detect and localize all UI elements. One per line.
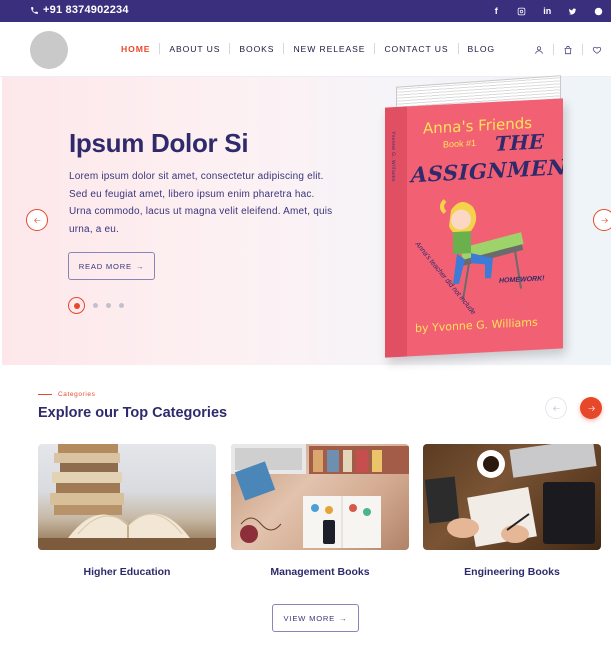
book-spine-text: Yvonne G. Williams (390, 131, 396, 182)
category-card-management-books[interactable] (231, 444, 409, 550)
category-card-higher-education[interactable] (38, 444, 216, 550)
hero-title: Ipsum Dolor Si (69, 128, 249, 158)
kicker-line (38, 394, 52, 395)
hero-next-button[interactable] (593, 209, 611, 231)
icon-divider (553, 44, 554, 55)
instagram-icon[interactable] (509, 0, 535, 22)
categories-kicker-label: Categories (58, 391, 96, 398)
nav-about-us[interactable]: ABOUT US (160, 44, 229, 54)
read-more-label: READ MORE (78, 261, 132, 271)
view-more-label: VIEW MORE (283, 613, 336, 623)
main-header: HOME ABOUT US BOOKS NEW RELEASE CONTACT … (0, 22, 611, 77)
nav-home[interactable]: HOME (112, 44, 159, 54)
category-card-engineering-books[interactable] (423, 444, 601, 550)
header-icons (525, 43, 611, 56)
hero-slider: Ipsum Dolor Si Lorem ipsum dolor sit ame… (2, 75, 611, 365)
read-more-button[interactable]: READ MORE → (68, 252, 155, 280)
book-number: Book #1 (443, 137, 477, 150)
category-label[interactable]: Engineering Books (423, 566, 601, 578)
social-links: f in (484, 0, 611, 22)
phone-icon (31, 6, 38, 14)
logo[interactable] (30, 31, 68, 69)
nav-contact-us[interactable]: CONTACT US (375, 44, 457, 54)
view-more-button[interactable]: VIEW MORE → (272, 604, 359, 632)
arrow-left-icon (552, 405, 559, 411)
arrow-right-icon (601, 217, 608, 223)
arrow-left-icon (33, 217, 40, 223)
categories-kicker: Categories (38, 391, 95, 398)
category-label[interactable]: Higher Education (38, 566, 216, 578)
phone-number: +91 8374902234 (43, 4, 129, 16)
arrow-right-icon: → (135, 261, 145, 271)
nav-new-release[interactable]: NEW RELEASE (284, 44, 374, 54)
hero-description: Lorem ipsum dolor sit amet, consectetur … (69, 171, 333, 235)
skype-icon[interactable] (586, 0, 611, 22)
hero-book-image: Yvonne G. Williams Anna's Friends Book #… (382, 75, 572, 358)
desk-writing-image (424, 444, 597, 548)
phone-contact[interactable]: +91 8374902234 (30, 4, 129, 16)
main-nav: HOME ABOUT US BOOKS NEW RELEASE CONTACT … (112, 43, 504, 54)
nav-blog[interactable]: BLOG (459, 44, 504, 54)
book-spine: Yvonne G. Williams (385, 106, 407, 358)
category-label[interactable]: Management Books (231, 566, 409, 578)
user-icon[interactable] (532, 43, 546, 56)
book-author: by Yvonne G. Williams (415, 315, 538, 336)
slider-dot[interactable] (93, 303, 98, 308)
book-title-assignment: ASSIGNMENT (411, 153, 563, 188)
categories-title: Explore our Top Categories (38, 405, 228, 421)
top-bar: +91 8374902234 f in (0, 0, 611, 22)
slider-dots (68, 297, 124, 314)
linkedin-icon[interactable]: in (535, 0, 561, 22)
book-cover: Yvonne G. Williams Anna's Friends Book #… (385, 98, 563, 358)
book-title-the: THE (495, 129, 545, 156)
facebook-icon[interactable]: f (484, 0, 510, 22)
arrow-right-icon (588, 405, 595, 411)
slider-dot-active[interactable] (68, 297, 85, 314)
slider-dot[interactable] (106, 303, 111, 308)
desk-flatlay-image (231, 444, 409, 548)
book-tagline-homework: HOMEWORK! (499, 275, 545, 285)
bag-icon[interactable] (561, 43, 575, 56)
icon-divider (582, 44, 583, 55)
books-stack-image (38, 444, 216, 550)
arrow-right-icon: → (339, 613, 348, 623)
nav-books[interactable]: BOOKS (230, 44, 283, 54)
slider-dot[interactable] (119, 303, 124, 308)
categories-prev-button[interactable] (545, 397, 567, 419)
categories-next-button[interactable] (580, 397, 602, 419)
hero-prev-button[interactable] (26, 209, 48, 231)
twitter-icon[interactable] (560, 0, 586, 22)
heart-icon[interactable] (590, 43, 604, 56)
